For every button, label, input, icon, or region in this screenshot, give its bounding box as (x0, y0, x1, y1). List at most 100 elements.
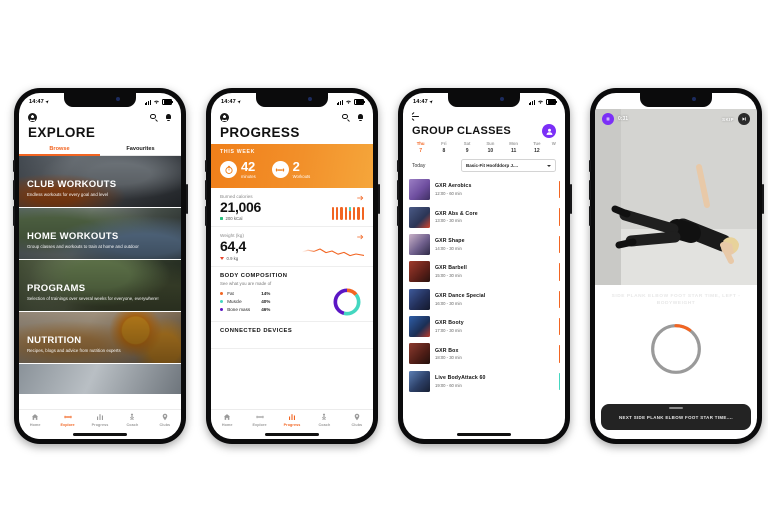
next-exercise-bar[interactable]: NEXT SIDE PLANK ELBOW FOOT STAR TIME.... (601, 404, 751, 430)
class-row[interactable]: GXR Abs & Core 13:00 - 30 min (403, 203, 565, 230)
day-sat[interactable]: Sat 9 (456, 141, 479, 154)
home-indicator (265, 432, 319, 436)
class-meta: Live BodyAttack 60 19:00 - 60 min (435, 375, 486, 388)
phone-volume-down (588, 206, 591, 226)
section-title: CONNECTED DEVICES (220, 328, 293, 335)
explore-dumbbell-icon (51, 413, 83, 421)
class-thumbnail (409, 370, 430, 392)
class-list: GXR Aerobics 12:00 - 60 min GXR Abs & Co… (403, 176, 565, 395)
battery-icon (162, 98, 173, 106)
legend-swatch (220, 308, 224, 312)
status-right (336, 98, 365, 106)
day-name: W (551, 141, 556, 146)
class-time: 17:00 - 30 min (435, 327, 462, 333)
explore-card-next[interactable] (19, 364, 181, 395)
day-tue[interactable]: Tue 12 (525, 141, 548, 154)
day-number: 12 (534, 148, 540, 154)
notification-bell-icon[interactable] (357, 113, 364, 122)
nav-item-clubs[interactable]: Clubs (341, 413, 373, 427)
class-time: 12:00 - 60 min (435, 191, 462, 197)
class-time: 19:00 - 60 min (435, 382, 462, 388)
phone-notch (64, 93, 136, 107)
nav-item-explore[interactable]: Explore (243, 413, 275, 427)
day-thu[interactable]: Thu 7 (409, 141, 432, 154)
chevron-right-arrow-icon[interactable] (357, 234, 364, 240)
day-sun[interactable]: Sun 10 (479, 141, 502, 154)
video-right-controls: SKIP (722, 113, 750, 125)
class-name: Live BodyAttack 60 (435, 374, 486, 381)
back-arrow-icon[interactable] (411, 113, 420, 121)
class-accent-bar (558, 290, 560, 308)
class-row[interactable]: Live BodyAttack 60 19:00 - 60 min (403, 368, 565, 395)
class-row[interactable]: GXR Shape 14:00 - 30 min (403, 231, 565, 258)
legend-swatch (220, 291, 224, 295)
nav-item-clubs[interactable]: Clubs (149, 413, 181, 427)
progress-screen: 14:47 PROGRESS THIS WEEK 42 minutes 2 Wo… (211, 93, 373, 439)
class-row[interactable]: GXR Booty 17:00 - 30 min (403, 313, 565, 340)
skip-button[interactable]: SKIP (722, 117, 734, 122)
class-accent-bar (558, 208, 560, 226)
class-meta: GXR Aerobics 12:00 - 60 min (435, 183, 472, 196)
class-name: GXR Booty (435, 320, 464, 327)
nav-item-progress[interactable]: Progress (276, 413, 308, 427)
workout-player-screen: 14:47 0:31 SKIP SIDE PLANK ELBOW FOOT ST… (595, 93, 757, 439)
class-row[interactable]: GXR Barbell 15:00 - 30 min (403, 258, 565, 285)
workout-video[interactable]: 0:31 SKIP (595, 109, 757, 285)
home-indicator (457, 432, 511, 436)
legend-label: Fat (227, 290, 234, 296)
class-row[interactable]: GXR Box 18:00 - 30 min (403, 340, 565, 367)
class-row[interactable]: GXR Aerobics 12:00 - 60 min (403, 176, 565, 203)
class-meta: GXR Box 18:00 - 30 min (435, 348, 462, 361)
location-arrow-icon (621, 100, 625, 104)
drag-handle[interactable] (669, 407, 683, 409)
explore-card-home-workouts[interactable]: HOME WORKOUTS Group classes and workouts… (19, 208, 181, 260)
profile-avatar-icon[interactable] (28, 113, 37, 122)
nav-label: Clubs (351, 422, 363, 427)
class-accent-bar (558, 345, 560, 363)
connected-devices-section[interactable]: CONNECTED DEVICES (211, 322, 373, 350)
explore-card-nutrition[interactable]: NUTRITION Recipes, blogs and advice from… (19, 312, 181, 364)
today-label: Today (412, 162, 426, 169)
stat-minutes: 42 minutes (220, 159, 256, 179)
page-title: GROUP CLASSES (412, 125, 512, 137)
pause-icon[interactable] (602, 113, 614, 125)
skip-next-icon[interactable] (738, 113, 750, 125)
notification-bell-icon[interactable] (165, 113, 172, 122)
search-icon[interactable] (342, 113, 350, 122)
explore-card-list: CLUB WORKOUTS Endless workouts for every… (19, 156, 181, 395)
avatar-badge[interactable] (542, 124, 556, 138)
nav-item-home[interactable]: Home (19, 413, 51, 427)
day-fri[interactable]: Fri 8 (432, 141, 455, 154)
stat-row-weight[interactable]: Weight (kg) 64,4 0.9 kg (211, 227, 373, 267)
nav-item-coach[interactable]: Coach (308, 413, 340, 427)
location-select[interactable]: Basic-Fit Hoofddorp J.... (461, 159, 556, 172)
nav-label: Progress (283, 422, 301, 427)
nav-item-home[interactable]: Home (211, 413, 243, 427)
stat-value: 42 (241, 159, 256, 174)
wifi-icon (153, 100, 159, 105)
nav-label: Home (221, 422, 233, 427)
stat-row-burned-calories[interactable]: Burned calories 21,006 200 kCal (211, 188, 373, 228)
battery-icon (354, 98, 365, 106)
nav-item-coach[interactable]: Coach (116, 413, 148, 427)
day-number: 8 (442, 148, 446, 154)
day-wed[interactable]: W (549, 141, 559, 154)
profile-avatar-icon[interactable] (220, 113, 229, 122)
day-mon[interactable]: Mon 11 (502, 141, 525, 154)
chevron-right-arrow-icon[interactable] (357, 195, 364, 201)
delta-down-indicator (220, 256, 224, 260)
page-title: PROGRESS (220, 125, 300, 140)
phone-notch (448, 93, 520, 107)
phone-mute-switch (12, 160, 15, 172)
nav-item-progress[interactable]: Progress (84, 413, 116, 427)
status-time: 14:47 (413, 99, 428, 105)
explore-card-club-workouts[interactable]: CLUB WORKOUTS Endless workouts for every… (19, 156, 181, 208)
class-thumbnail (409, 261, 430, 283)
search-icon[interactable] (150, 113, 158, 122)
explore-card-programs[interactable]: PROGRAMS Selection of trainings over sev… (19, 260, 181, 312)
nav-item-explore[interactable]: Explore (51, 413, 83, 427)
phone-volume-up (204, 180, 207, 200)
weight-line-chart (302, 248, 364, 256)
home-icon (211, 413, 243, 421)
class-row[interactable]: GXR Dance Special 16:00 - 30 min (403, 286, 565, 313)
